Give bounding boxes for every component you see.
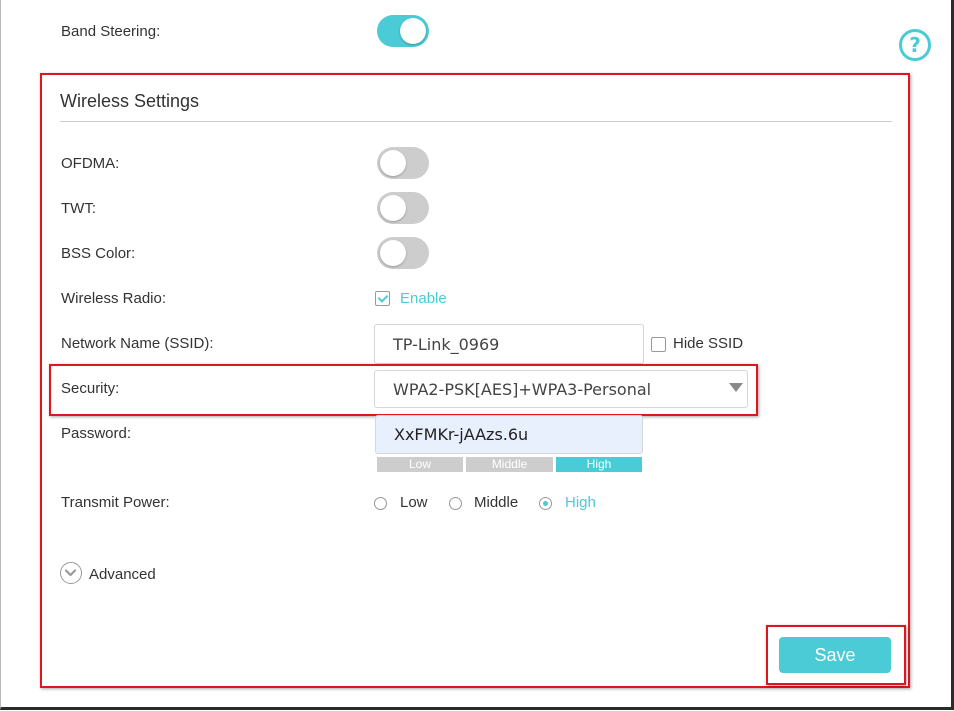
password-label: Password:: [61, 425, 132, 442]
network-name-label: Network Name (SSID):: [61, 335, 214, 352]
bss-color-toggle[interactable]: [377, 237, 429, 269]
twt-label: TWT:: [61, 200, 96, 217]
strength-high: High: [556, 457, 642, 472]
wireless-radio-label: Wireless Radio:: [61, 290, 167, 307]
wireless-radio-enable-label[interactable]: Enable: [400, 290, 447, 307]
ofdma-label: OFDMA:: [61, 155, 120, 172]
ssid-input[interactable]: TP-Link_0969: [374, 324, 644, 364]
security-selected-value: WPA2-PSK[AES]+WPA3-Personal: [393, 379, 652, 399]
ssid-value: TP-Link_0969: [393, 334, 500, 354]
band-steering-toggle[interactable]: [377, 15, 429, 47]
bss-color-label: BSS Color:: [61, 245, 136, 262]
strength-middle: Middle: [466, 457, 553, 472]
chevron-down-icon[interactable]: [729, 383, 743, 392]
transmit-power-middle-radio[interactable]: [449, 497, 462, 510]
hide-ssid-checkbox[interactable]: [651, 337, 666, 352]
toggle-knob: [380, 240, 406, 266]
wireless-radio-checkbox[interactable]: [375, 291, 390, 306]
transmit-power-high-radio[interactable]: [539, 497, 552, 510]
security-label: Security:: [61, 380, 120, 397]
transmit-power-low-label[interactable]: Low: [400, 494, 428, 511]
transmit-power-high-label[interactable]: High: [565, 494, 596, 511]
toggle-knob: [380, 150, 406, 176]
band-steering-label: Band Steering:: [61, 23, 161, 40]
chevron-down-circle-icon[interactable]: [60, 562, 82, 584]
toggle-knob: [380, 195, 406, 221]
help-icon[interactable]: ?: [899, 29, 931, 61]
hide-ssid-label[interactable]: Hide SSID: [673, 335, 743, 352]
security-select[interactable]: WPA2-PSK[AES]+WPA3-Personal: [374, 370, 748, 408]
transmit-power-low-radio[interactable]: [374, 497, 387, 510]
password-value: XxFMKr-jAAzs.6u: [394, 425, 529, 444]
toggle-knob: [400, 18, 426, 44]
section-divider: [60, 121, 892, 122]
twt-toggle[interactable]: [377, 192, 429, 224]
ofdma-toggle[interactable]: [377, 147, 429, 179]
save-button[interactable]: Save: [779, 637, 891, 673]
advanced-label[interactable]: Advanced: [89, 566, 156, 583]
transmit-power-middle-label[interactable]: Middle: [474, 494, 518, 511]
password-input[interactable]: XxFMKr-jAAzs.6u: [375, 415, 643, 454]
section-title: Wireless Settings: [60, 91, 200, 111]
transmit-power-label: Transmit Power:: [61, 494, 170, 511]
strength-low: Low: [377, 457, 463, 472]
